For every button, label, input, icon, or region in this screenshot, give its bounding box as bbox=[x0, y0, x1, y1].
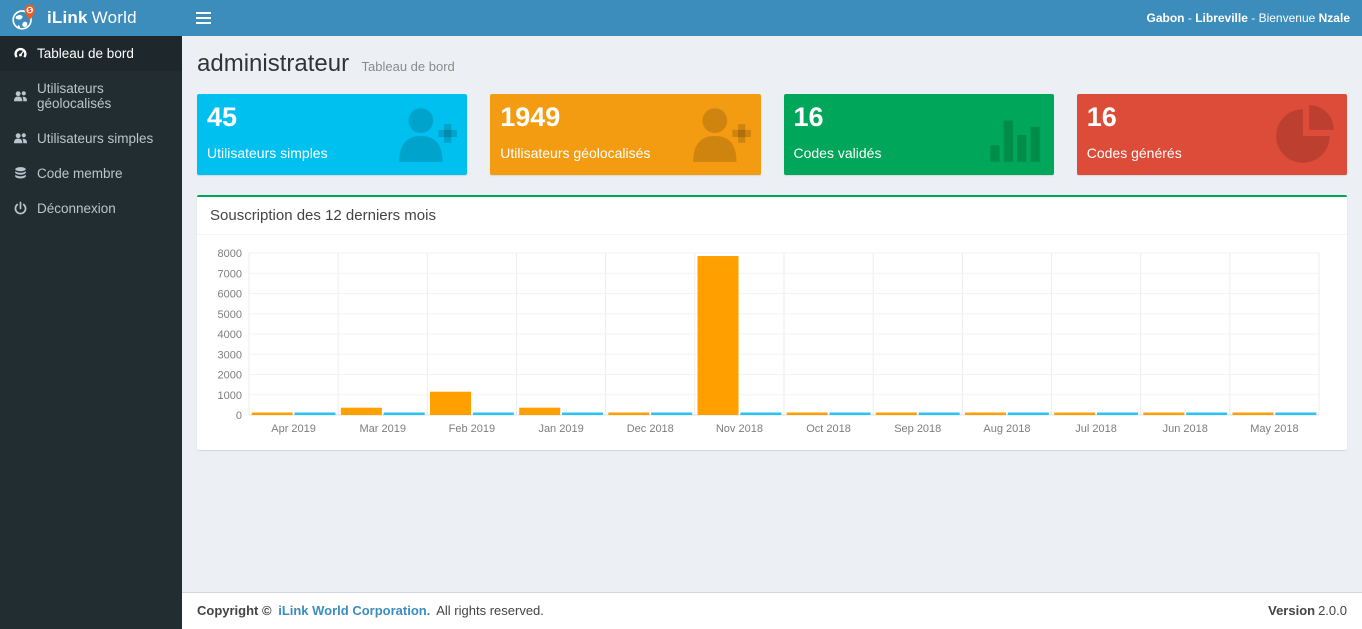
page-title: administrateur bbox=[197, 50, 349, 77]
stat-card-codes-valides: 16 Codes validés bbox=[784, 94, 1054, 175]
svg-text:Feb 2019: Feb 2019 bbox=[449, 423, 495, 435]
subscriptions-bar-chart: 0 1000 2000 3000 4000 5000 6000 7000 8000 Apr 201… bbox=[207, 243, 1335, 441]
svg-text:Apr 2019: Apr 2019 bbox=[271, 423, 316, 435]
bar-chart-icon bbox=[980, 102, 1046, 173]
user-greeting: Gabon - Libreville - Bienvenue Nzale bbox=[1147, 11, 1350, 25]
svg-text:1000: 1000 bbox=[218, 390, 242, 402]
sidebar-item-code-membre[interactable]: Code membre bbox=[0, 156, 182, 191]
company-link[interactable]: iLink World Corporation. bbox=[278, 603, 430, 618]
page-subtitle: Tableau de bord bbox=[362, 59, 455, 74]
globe-pin-logo-icon: $ bbox=[10, 4, 38, 32]
svg-text:Dec 2018: Dec 2018 bbox=[627, 423, 674, 435]
users-icon bbox=[13, 89, 28, 104]
sidebar-item-utilisateurs-geolocalises[interactable]: Utilisateurs géolocalisés bbox=[0, 71, 182, 121]
content-area: administrateur Tableau de bord 45 Utilis… bbox=[182, 36, 1362, 592]
svg-text:Jul 2018: Jul 2018 bbox=[1075, 423, 1117, 435]
svg-text:May 2018: May 2018 bbox=[1250, 423, 1298, 435]
sidebar-item-label: Utilisateurs simples bbox=[37, 131, 153, 146]
sidebar-toggle-button[interactable] bbox=[194, 5, 224, 31]
svg-text:Jan 2019: Jan 2019 bbox=[538, 423, 583, 435]
svg-text:Nov 2018: Nov 2018 bbox=[716, 423, 763, 435]
database-icon bbox=[13, 166, 28, 181]
svg-text:Mar 2019: Mar 2019 bbox=[360, 423, 406, 435]
copyright-text: Copyright © bbox=[197, 603, 272, 618]
rights-text: All rights reserved. bbox=[436, 603, 544, 618]
svg-text:0: 0 bbox=[236, 410, 242, 422]
greeting-city: Libreville bbox=[1195, 11, 1248, 25]
person-plus-icon bbox=[687, 102, 753, 173]
users-icon bbox=[13, 131, 28, 146]
greeting-welcome: Bienvenue bbox=[1259, 11, 1316, 25]
svg-text:6000: 6000 bbox=[218, 289, 242, 301]
brand-logo-link[interactable]: $ iLinkWorld bbox=[0, 0, 182, 36]
greeting-country: Gabon bbox=[1147, 11, 1185, 25]
sidebar-item-label: Code membre bbox=[37, 166, 123, 181]
sidebar-item-label: Utilisateurs géolocalisés bbox=[37, 81, 169, 111]
dashboard-icon bbox=[13, 46, 28, 61]
stat-card-codes-generes: 16 Codes générés bbox=[1077, 94, 1347, 175]
person-plus-icon bbox=[393, 102, 459, 173]
chart-panel-title: Souscription des 12 derniers mois bbox=[197, 197, 1347, 235]
svg-text:7000: 7000 bbox=[218, 268, 242, 280]
sidebar-item-tableau-de-bord[interactable]: Tableau de bord bbox=[0, 36, 182, 71]
stat-label: Codes validés bbox=[794, 145, 882, 161]
stat-label: Utilisateurs simples bbox=[207, 145, 328, 161]
svg-text:Jun 2018: Jun 2018 bbox=[1163, 423, 1208, 435]
svg-text:4000: 4000 bbox=[218, 329, 242, 341]
top-navbar: $ iLinkWorld Gabon - Libreville - Bienve… bbox=[0, 0, 1362, 36]
chart-panel-body: 0 1000 2000 3000 4000 5000 6000 7000 8000 Apr 201… bbox=[197, 235, 1347, 450]
sidebar-nav: Tableau de bord Utilisateurs géolocalisé… bbox=[0, 36, 182, 629]
stat-card-utilisateurs-simples: 45 Utilisateurs simples bbox=[197, 94, 467, 175]
sidebar-item-utilisateurs-simples[interactable]: Utilisateurs simples bbox=[0, 121, 182, 156]
navbar-body: Gabon - Libreville - Bienvenue Nzale bbox=[182, 0, 1362, 36]
svg-text:2000: 2000 bbox=[218, 370, 242, 382]
svg-text:Oct 2018: Oct 2018 bbox=[806, 423, 851, 435]
sidebar-item-label: Tableau de bord bbox=[37, 46, 134, 61]
version-text: Version2.0.0 bbox=[1268, 603, 1347, 619]
subscriptions-chart-panel: Souscription des 12 derniers mois 0 1000 2… bbox=[197, 195, 1347, 450]
sidebar-item-deconnexion[interactable]: Déconnexion bbox=[0, 191, 182, 226]
greeting-username: Nzale bbox=[1319, 11, 1350, 25]
pie-chart-icon bbox=[1273, 102, 1339, 173]
brand-title: iLinkWorld bbox=[47, 8, 137, 28]
svg-text:3000: 3000 bbox=[218, 349, 242, 361]
stat-label: Codes générés bbox=[1087, 145, 1182, 161]
power-icon bbox=[13, 201, 28, 216]
stat-cards-row: 45 Utilisateurs simples 1949 Utilisateur… bbox=[197, 94, 1347, 175]
stat-card-utilisateurs-geolocalises: 1949 Utilisateurs géolocalisés bbox=[490, 94, 760, 175]
svg-text:8000: 8000 bbox=[218, 248, 242, 260]
page-footer: Copyright © iLink World Corporation. All… bbox=[182, 592, 1362, 629]
svg-text:5000: 5000 bbox=[218, 309, 242, 321]
sidebar-item-label: Déconnexion bbox=[37, 201, 116, 216]
stat-label: Utilisateurs géolocalisés bbox=[500, 145, 650, 161]
page-header: administrateur Tableau de bord bbox=[197, 50, 1347, 78]
svg-text:Aug 2018: Aug 2018 bbox=[983, 423, 1030, 435]
svg-text:Sep 2018: Sep 2018 bbox=[894, 423, 941, 435]
